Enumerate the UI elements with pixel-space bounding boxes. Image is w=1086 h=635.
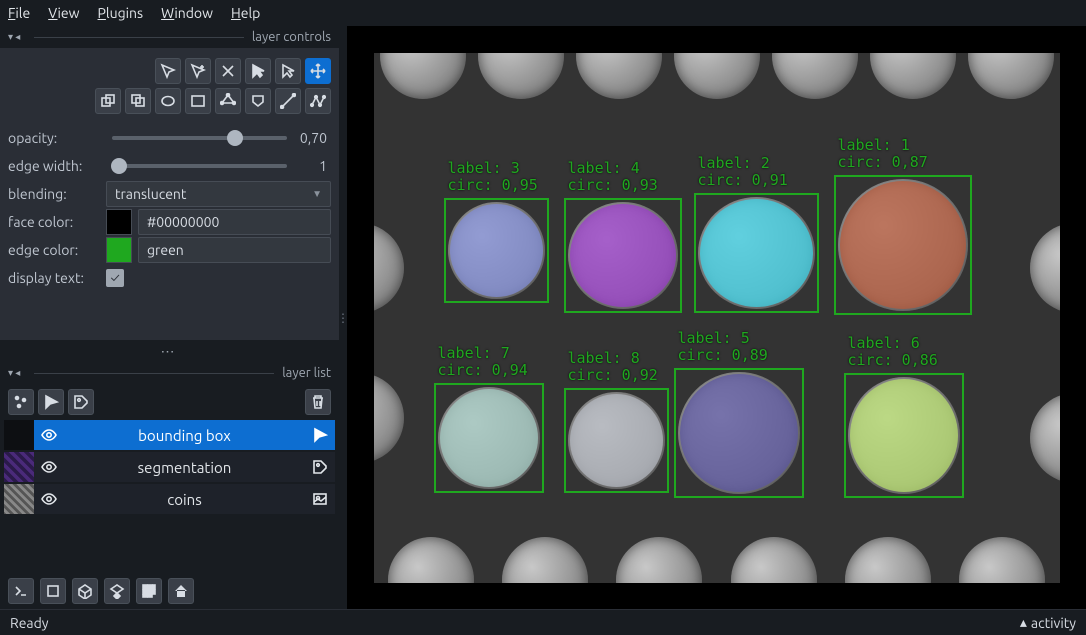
- layer-thumbnail: [4, 452, 34, 482]
- bounding-box[interactable]: label: 7circ: 0,94: [434, 383, 544, 493]
- layer-item[interactable]: bounding box: [4, 420, 335, 450]
- layer-name: bounding box: [64, 427, 305, 444]
- direct-select-tool[interactable]: [275, 58, 301, 84]
- rectangle-tool[interactable]: [185, 88, 211, 114]
- collapse-list-icon[interactable]: ▾ ◂: [8, 367, 20, 379]
- pan-zoom-tool[interactable]: [305, 58, 331, 84]
- bbox-label: label: 5circ: 0,89: [678, 330, 768, 364]
- bounding-box[interactable]: label: 3circ: 0,95: [444, 198, 549, 303]
- menu-view[interactable]: View: [48, 5, 79, 21]
- menu-bar: File View Plugins Window Help: [0, 0, 1086, 26]
- bounding-box[interactable]: label: 6circ: 0,86: [844, 373, 964, 498]
- bounding-box[interactable]: label: 2circ: 0,91: [694, 193, 819, 313]
- edgewidth-value: 1: [293, 158, 331, 174]
- layer-thumbnail: [4, 420, 34, 450]
- layer-type-buttons: [0, 384, 339, 420]
- panel-title-list: layer list: [282, 366, 331, 380]
- facecolor-label: face color:: [8, 214, 106, 230]
- opacity-label: opacity:: [8, 130, 106, 146]
- opacity-value: 0,70: [293, 130, 331, 146]
- edgecolor-label: edge color:: [8, 242, 106, 258]
- displaytext-label: display text:: [8, 270, 106, 286]
- move-back-tool[interactable]: [125, 88, 151, 114]
- sidebar: ▾ ◂ layer controls: [0, 26, 339, 609]
- visibility-toggle[interactable]: [34, 452, 64, 482]
- move-front-tool[interactable]: [95, 88, 121, 114]
- menu-window[interactable]: Window: [161, 5, 213, 21]
- new-labels-button[interactable]: [68, 389, 94, 415]
- edgecolor-input[interactable]: green: [138, 237, 331, 263]
- layer-type-icon: [305, 484, 335, 514]
- bounding-box[interactable]: label: 8circ: 0,92: [564, 388, 669, 493]
- layer-list: bounding box segmentation coins: [0, 420, 339, 520]
- bbox-label: label: 6circ: 0,86: [848, 335, 938, 369]
- grid-button[interactable]: [136, 578, 162, 604]
- bounding-box[interactable]: label: 1circ: 0,87: [834, 175, 972, 315]
- layer-name: coins: [64, 491, 305, 508]
- collapse-controls-icon[interactable]: ▾ ◂: [8, 31, 20, 43]
- bbox-label: label: 3circ: 0,95: [448, 160, 538, 194]
- layer-controls: opacity: 0,70 edge width: 1 blending: tr…: [0, 48, 339, 340]
- edgecolor-swatch[interactable]: [106, 237, 132, 263]
- line-tool[interactable]: [275, 88, 301, 114]
- new-points-button[interactable]: [8, 389, 34, 415]
- visibility-toggle[interactable]: [34, 484, 64, 514]
- facecolor-swatch[interactable]: [106, 209, 132, 235]
- layer-type-icon: [305, 420, 335, 450]
- panel-header-list: ▾ ◂ layer list: [0, 362, 339, 384]
- bbox-label: label: 1circ: 0,87: [838, 137, 928, 171]
- activity-button[interactable]: ▴ activity: [1020, 614, 1076, 631]
- splitter-vertical[interactable]: ⋮: [339, 26, 347, 609]
- menu-plugins[interactable]: Plugins: [98, 5, 144, 21]
- opacity-slider[interactable]: [112, 136, 287, 140]
- edgewidth-slider[interactable]: [112, 164, 287, 168]
- new-shapes-button[interactable]: [38, 389, 64, 415]
- panel-title-controls: layer controls: [252, 30, 331, 44]
- viewer-buttons: [0, 573, 339, 609]
- menu-file[interactable]: File: [8, 5, 30, 21]
- home-button[interactable]: [168, 578, 194, 604]
- canvas-area[interactable]: label: 3circ: 0,95label: 4circ: 0,93labe…: [347, 26, 1086, 609]
- layer-item[interactable]: coins: [4, 484, 335, 514]
- layer-thumbnail: [4, 484, 34, 514]
- polygon-tool[interactable]: [215, 88, 241, 114]
- status-text: Ready: [10, 615, 49, 631]
- layer-type-icon: [305, 452, 335, 482]
- displaytext-checkbox[interactable]: ✓: [106, 269, 124, 287]
- bbox-label: label: 8circ: 0,92: [568, 350, 658, 384]
- bbox-label: label: 7circ: 0,94: [438, 345, 528, 379]
- bounding-box[interactable]: label: 4circ: 0,93: [564, 198, 682, 313]
- transpose-button[interactable]: [104, 578, 130, 604]
- menu-help[interactable]: Help: [231, 5, 260, 21]
- delete-layer-button[interactable]: [305, 389, 331, 415]
- bbox-label: label: 4circ: 0,93: [568, 160, 658, 194]
- select-tool[interactable]: [245, 58, 271, 84]
- lasso-polygon-tool[interactable]: [245, 88, 271, 114]
- ndisplay-button[interactable]: [40, 578, 66, 604]
- layer-item[interactable]: segmentation: [4, 452, 335, 482]
- visibility-toggle[interactable]: [34, 420, 64, 450]
- roll-dims-button[interactable]: [72, 578, 98, 604]
- blending-select[interactable]: translucent: [106, 181, 331, 207]
- bbox-label: label: 2circ: 0,91: [698, 155, 788, 189]
- layer-name: segmentation: [64, 459, 305, 476]
- add-vertex-tool[interactable]: [185, 58, 211, 84]
- facecolor-input[interactable]: #00000000: [138, 209, 331, 235]
- bounding-box[interactable]: label: 5circ: 0,89: [674, 368, 804, 498]
- panel-header-controls: ▾ ◂ layer controls: [0, 26, 339, 48]
- edgewidth-label: edge width:: [8, 158, 106, 174]
- console-button[interactable]: [8, 578, 34, 604]
- blending-label: blending:: [8, 186, 106, 202]
- splitter-horizontal[interactable]: [0, 340, 339, 362]
- path-tool[interactable]: [305, 88, 331, 114]
- ellipse-tool[interactable]: [155, 88, 181, 114]
- delete-shape-tool[interactable]: [215, 58, 241, 84]
- status-bar: Ready ▴ activity: [0, 609, 1086, 635]
- select-vertex-tool[interactable]: [155, 58, 181, 84]
